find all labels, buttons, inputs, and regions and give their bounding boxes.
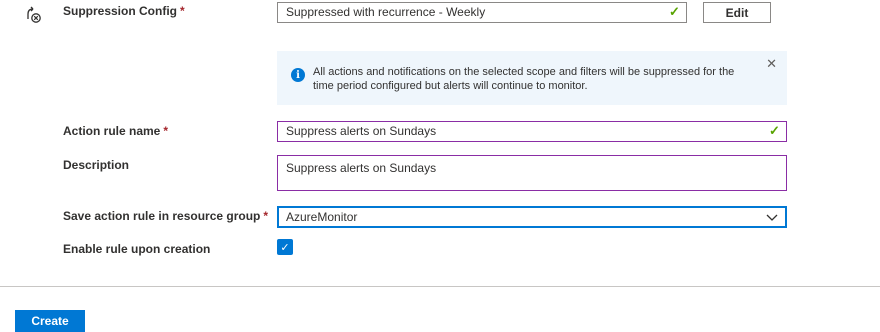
- resource-group-label: Save action rule in resource group *: [63, 209, 268, 223]
- suppression-config-label-text: Suppression Config: [63, 4, 177, 18]
- suppression-config-value: Suppressed with recurrence - Weekly: [286, 5, 486, 19]
- required-marker: *: [180, 4, 185, 18]
- footer-divider: [0, 286, 880, 287]
- action-rule-name-label: Action rule name *: [63, 124, 168, 138]
- description-textarea[interactable]: Suppress alerts on Sundays: [277, 155, 787, 191]
- checkmark-icon: ✓: [280, 241, 290, 254]
- edit-button[interactable]: Edit: [703, 2, 771, 23]
- description-label-text: Description: [63, 158, 130, 172]
- create-button[interactable]: Create: [15, 310, 85, 332]
- info-banner-text: All actions and notifications on the sel…: [313, 66, 735, 92]
- resource-group-label-text: Save action rule in resource group: [63, 209, 261, 223]
- enable-rule-label-text: Enable rule upon creation: [63, 242, 211, 256]
- chevron-down-icon[interactable]: [766, 212, 778, 222]
- valid-check-icon: ✓: [669, 4, 680, 19]
- enable-rule-label: Enable rule upon creation: [63, 242, 210, 256]
- required-marker: *: [263, 209, 269, 223]
- info-icon: i: [291, 68, 305, 82]
- resource-group-dropdown[interactable]: AzureMonitor: [277, 206, 787, 228]
- suppression-config-label: Suppression Config *: [63, 4, 185, 18]
- resource-group-value: AzureMonitor: [286, 210, 358, 224]
- info-banner: i All actions and notifications on the s…: [277, 51, 787, 105]
- action-rule-name-value: Suppress alerts on Sundays: [286, 124, 437, 138]
- suppression-config-field[interactable]: Suppressed with recurrence - Weekly: [277, 2, 687, 23]
- alert-off-icon: [27, 6, 41, 23]
- required-marker: *: [163, 124, 169, 138]
- close-icon[interactable]: ✕: [766, 56, 777, 72]
- action-rule-name-label-text: Action rule name: [63, 124, 161, 138]
- description-value: Suppress alerts on Sundays: [286, 161, 437, 175]
- description-label: Description: [63, 158, 129, 172]
- action-rule-name-input[interactable]: Suppress alerts on Sundays: [277, 121, 787, 142]
- valid-check-icon: ✓: [769, 123, 780, 138]
- enable-rule-checkbox[interactable]: ✓: [277, 239, 293, 255]
